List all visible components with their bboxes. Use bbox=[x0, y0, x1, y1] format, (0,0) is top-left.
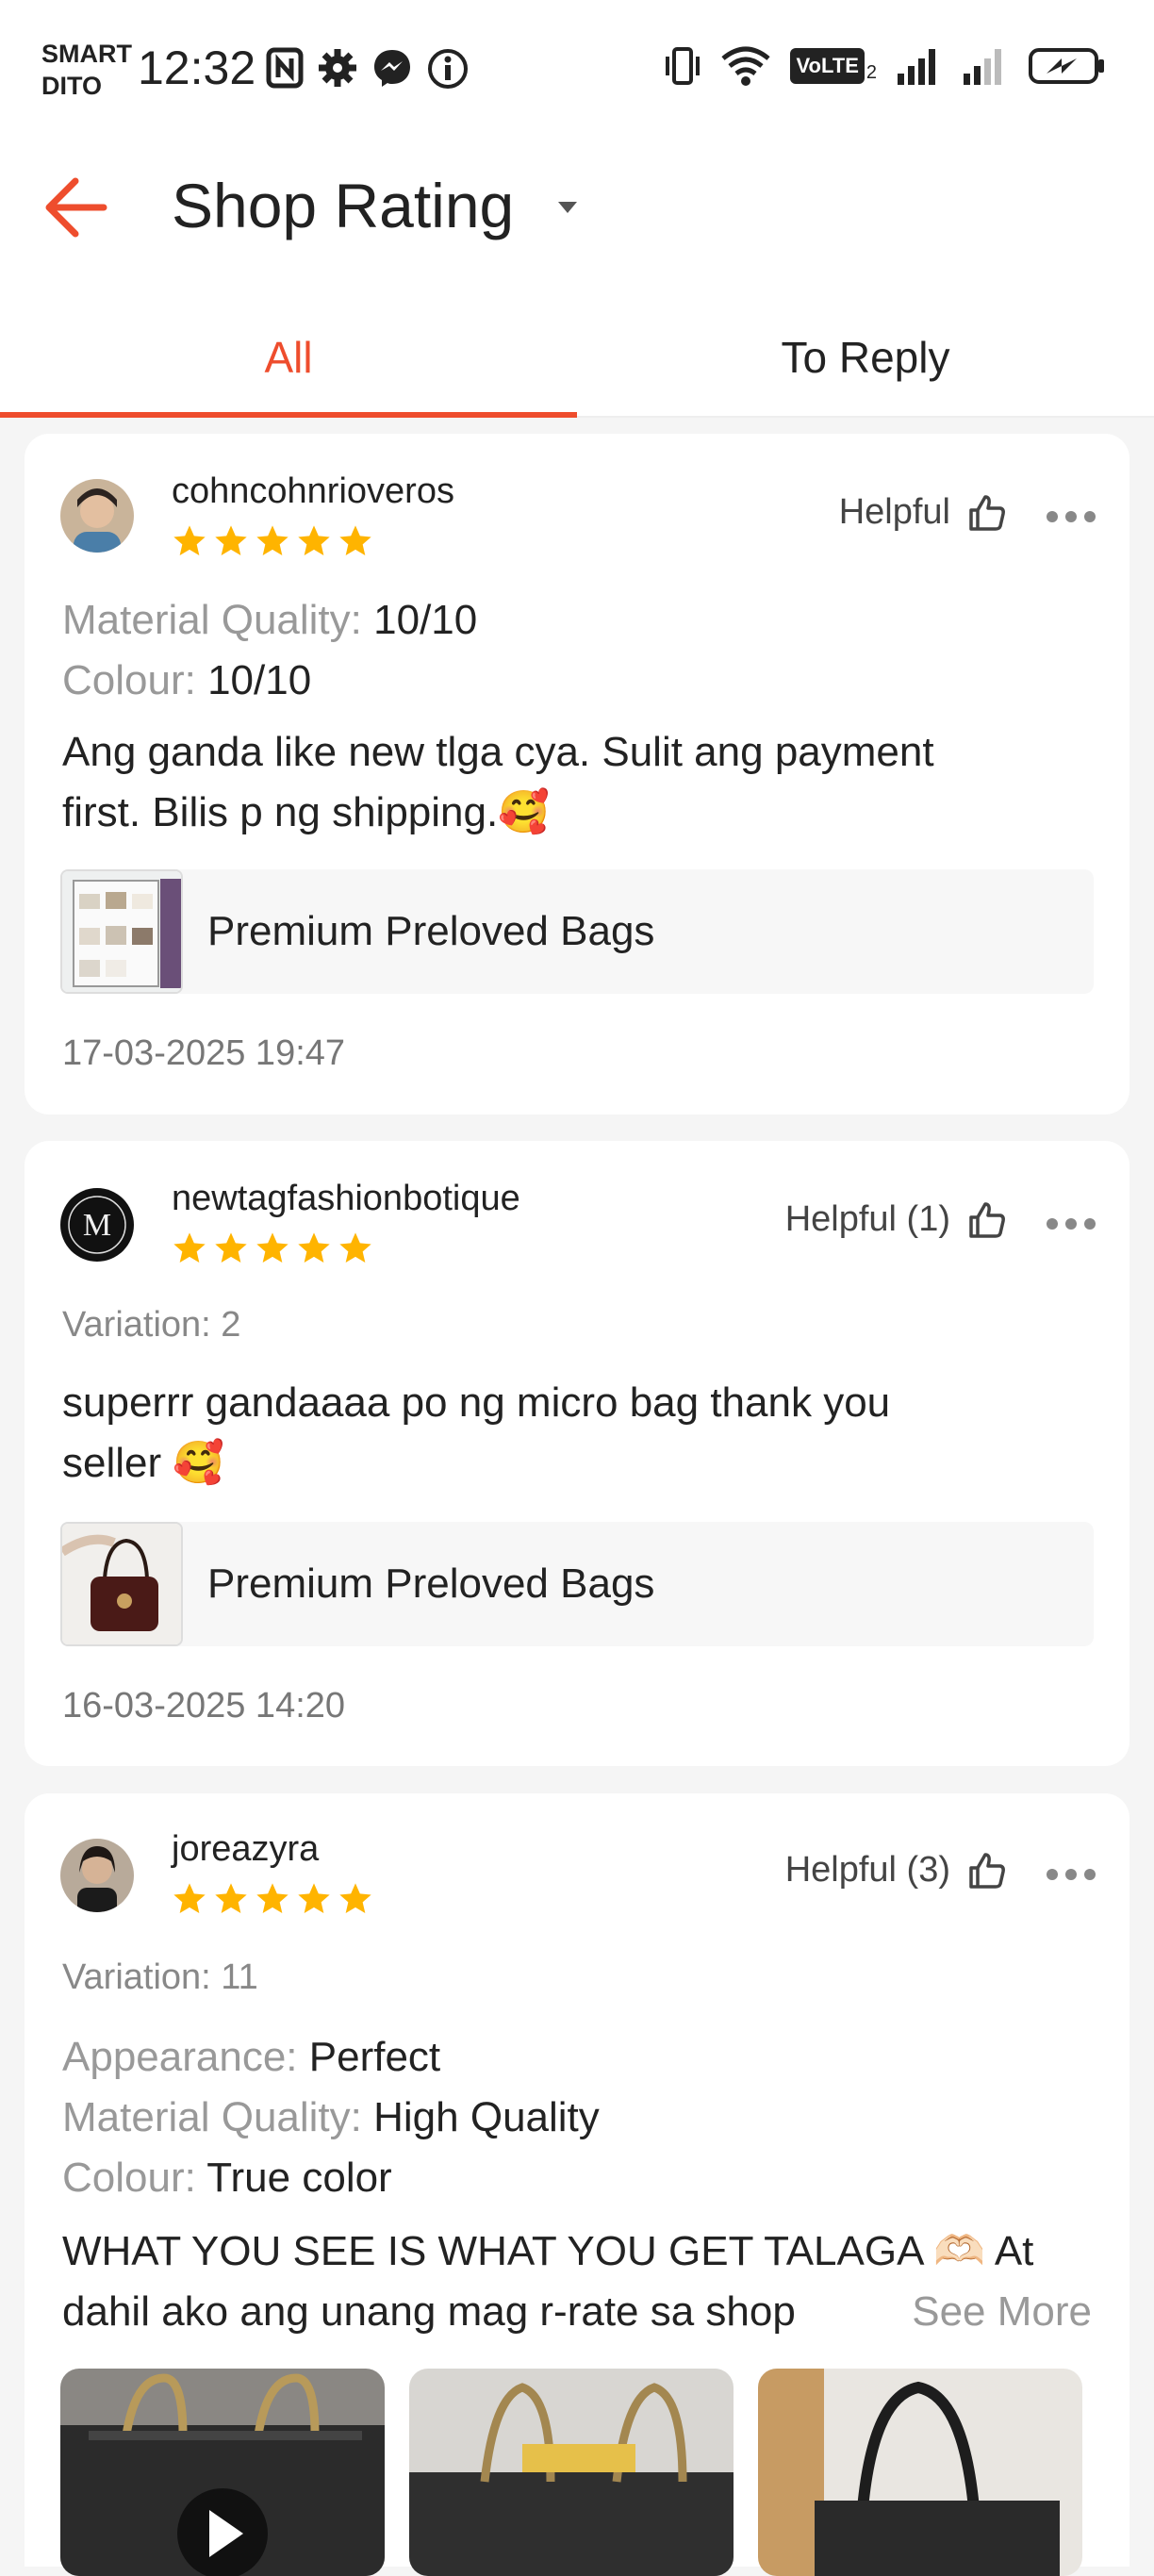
reviewer-name: joreazyra bbox=[172, 1829, 320, 1869]
svg-text:M: M bbox=[83, 1208, 111, 1243]
app-header: Shop Rating bbox=[0, 137, 1154, 278]
review-photo-thumbnail[interactable] bbox=[409, 2369, 734, 2576]
product-thumbnail bbox=[60, 1522, 183, 1646]
helpful-button[interactable]: Helpful bbox=[839, 492, 1007, 533]
review-photo-thumbnail[interactable] bbox=[758, 2369, 1082, 2576]
product-link[interactable]: Premium Preloved Bags bbox=[60, 869, 1094, 994]
more-options-icon[interactable] bbox=[1047, 1218, 1096, 1230]
avatar[interactable] bbox=[60, 1839, 134, 1912]
star-icon bbox=[298, 1232, 330, 1263]
product-name: Premium Preloved Bags bbox=[207, 908, 655, 954]
vibrate-icon bbox=[666, 47, 701, 85]
review-card: M newtagfashionbotique Helpful (1) Varia… bbox=[25, 1141, 1129, 1766]
star-rating bbox=[171, 1880, 374, 1918]
thumbs-up-icon bbox=[969, 1852, 1005, 1889]
signal-icon bbox=[898, 49, 935, 85]
nfc-icon bbox=[266, 47, 304, 89]
star-icon bbox=[215, 1232, 247, 1263]
tab-bar: All To Reply bbox=[0, 278, 1154, 418]
variation-label: Variation: 11 bbox=[62, 1957, 258, 1997]
star-icon bbox=[173, 1883, 206, 1913]
review-attribute: Colour: 10/10 bbox=[62, 657, 312, 703]
thumbs-up-icon bbox=[969, 1201, 1005, 1238]
review-card: cohncohnrioveros Helpful Material Qualit… bbox=[25, 434, 1129, 1115]
star-icon bbox=[215, 525, 247, 555]
page-title[interactable]: Shop Rating bbox=[172, 163, 514, 248]
helpful-button[interactable]: Helpful (3) bbox=[785, 1850, 1007, 1891]
review-comment: Ang ganda like new tlga cya. Sulit ang p… bbox=[62, 729, 934, 835]
review-attribute: Colour: True color bbox=[62, 2155, 392, 2201]
battery-charging-icon bbox=[1029, 48, 1104, 84]
star-rating bbox=[171, 522, 374, 560]
star-icon bbox=[173, 1232, 206, 1263]
messenger-icon bbox=[374, 50, 410, 87]
star-icon bbox=[339, 1883, 371, 1913]
star-icon bbox=[256, 1232, 288, 1263]
product-thumbnail bbox=[60, 869, 183, 994]
star-icon bbox=[339, 525, 371, 555]
more-options-icon[interactable] bbox=[1047, 1869, 1096, 1880]
star-icon bbox=[298, 525, 330, 555]
review-attribute: Material Quality: High Quality bbox=[62, 2094, 600, 2140]
carrier-label: SMART DITO bbox=[41, 40, 132, 100]
more-options-icon[interactable] bbox=[1047, 511, 1096, 522]
tab-to-reply[interactable]: To Reply bbox=[577, 278, 1154, 418]
star-icon bbox=[215, 1883, 247, 1913]
avatar[interactable] bbox=[60, 479, 134, 553]
star-icon bbox=[173, 525, 206, 555]
review-date: 16-03-2025 14:20 bbox=[62, 1686, 346, 1726]
product-link[interactable]: Premium Preloved Bags bbox=[60, 1522, 1094, 1646]
wifi-icon bbox=[721, 46, 771, 86]
system-icons: VoLTE 2 bbox=[664, 45, 1107, 87]
review-comment: superrr gandaaaa po ng micro bag thank y… bbox=[62, 1379, 891, 1486]
back-arrow-icon[interactable] bbox=[38, 170, 113, 245]
review-video-thumbnail[interactable] bbox=[60, 2369, 385, 2576]
reviewer-name: cohncohnrioveros bbox=[172, 471, 454, 511]
tab-all[interactable]: All bbox=[0, 278, 577, 418]
star-icon bbox=[339, 1232, 371, 1263]
reviewer-name: newtagfashionbotique bbox=[172, 1179, 520, 1218]
star-rating bbox=[171, 1230, 374, 1267]
review-attribute: Material Quality: 10/10 bbox=[62, 597, 478, 643]
variation-label: Variation: 2 bbox=[62, 1305, 241, 1345]
gear-icon bbox=[319, 49, 356, 87]
thumbs-up-icon bbox=[969, 494, 1005, 531]
signal-weak-icon bbox=[964, 49, 1001, 85]
volte-icon: VoLTE 2 bbox=[790, 48, 877, 84]
star-icon bbox=[298, 1883, 330, 1913]
dropdown-caret-icon[interactable] bbox=[554, 193, 581, 220]
avatar[interactable]: M bbox=[60, 1188, 134, 1262]
product-name: Premium Preloved Bags bbox=[207, 1560, 655, 1607]
review-date: 17-03-2025 19:47 bbox=[62, 1033, 346, 1073]
review-attribute: Appearance: Perfect bbox=[62, 2034, 441, 2080]
helpful-button[interactable]: Helpful (1) bbox=[785, 1199, 1007, 1240]
see-more-link[interactable]: See More bbox=[855, 2282, 1092, 2342]
star-icon bbox=[256, 1883, 288, 1913]
clock: 12:32 bbox=[138, 41, 256, 94]
info-icon bbox=[428, 49, 468, 89]
status-bar: SMART DITO 12:32 VoLTE 2 bbox=[0, 0, 1154, 137]
notification-icons bbox=[266, 47, 470, 91]
star-icon bbox=[256, 525, 288, 555]
